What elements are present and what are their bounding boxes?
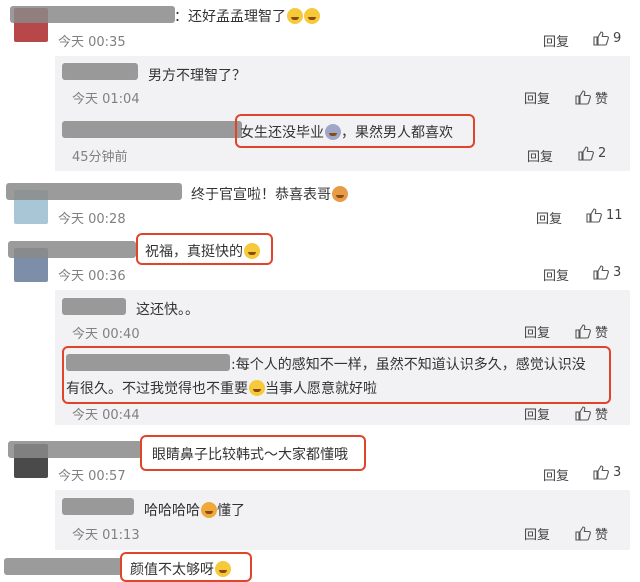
thumb-up-icon [586, 208, 602, 223]
username-blurred[interactable] [8, 441, 142, 458]
reply-button[interactable]: 回复 [543, 31, 569, 50]
thumb-up-icon [575, 406, 591, 421]
reply-button[interactable]: 回复 [524, 404, 550, 423]
laugh-emoji [244, 243, 260, 259]
username-blurred[interactable] [66, 354, 230, 371]
like-button[interactable]: 赞 [575, 88, 608, 107]
comment-text: 祝福，真挺快的 [145, 241, 260, 261]
thumb-up-icon [575, 90, 591, 105]
thumb-up-icon [575, 526, 591, 541]
comment-time: 今天 00:35 [58, 35, 126, 50]
reply-text: 哈哈哈哈 懂了 [144, 502, 245, 519]
username-blurred[interactable] [62, 298, 126, 315]
reply-button[interactable]: 回复 [524, 524, 550, 543]
face-emoji [215, 561, 231, 577]
like-button[interactable]: 赞 [575, 524, 608, 543]
party-emoji [332, 186, 348, 202]
reply-button[interactable]: 回复 [543, 465, 569, 484]
reply-time: 今天 01:13 [72, 528, 140, 543]
comment-text: ：还好孟孟理智了 [174, 6, 320, 26]
like-button[interactable]: 赞 [575, 322, 608, 341]
thumb-up-icon [578, 146, 594, 161]
thumb-up-icon [593, 465, 609, 480]
comment-text: 颜值不太够呀 [130, 559, 231, 579]
like-count: 赞 [595, 326, 609, 341]
reply-button[interactable]: 回复 [536, 208, 562, 227]
thumb-up-icon [575, 324, 591, 339]
thumb-up-icon [593, 31, 609, 46]
laugh-emoji [304, 8, 320, 24]
username-blurred[interactable] [62, 498, 134, 515]
username-blurred[interactable] [8, 241, 136, 258]
like-button[interactable]: 3 [593, 465, 621, 480]
reply-text: 女生还没毕业 ，果然男人都喜欢 [240, 124, 453, 141]
like-button[interactable]: 9 [593, 31, 621, 46]
username-blurred[interactable] [6, 183, 182, 200]
laugh-emoji [249, 380, 265, 396]
like-count: 赞 [595, 92, 609, 107]
reply-time: 45分钟前 [72, 150, 128, 165]
reply-text: :每个人的感知不一样，虽然不知道认识多久，感觉认识没 [231, 357, 586, 373]
reply-button[interactable]: 回复 [527, 146, 553, 165]
reply-text: 男方不理智了？ [148, 68, 246, 84]
like-count: 3 [613, 265, 622, 280]
like-count: 3 [613, 465, 622, 480]
reply-text: 有很久。不过我觉得也不重要 当事人愿意就好啦 [66, 380, 377, 397]
reply-time: 今天 00:40 [72, 327, 140, 342]
reply-time: 今天 00:44 [72, 408, 140, 423]
comment-text: 眼睛鼻子比较韩式～大家都懂哦 [152, 447, 348, 463]
comment-time: 今天 00:28 [58, 212, 126, 227]
like-count: 11 [606, 208, 623, 223]
like-button[interactable]: 11 [586, 208, 623, 223]
like-button[interactable]: 3 [593, 265, 621, 280]
like-button[interactable]: 赞 [575, 404, 608, 423]
like-button[interactable]: 2 [578, 146, 606, 161]
laugh-emoji [287, 8, 303, 24]
like-count: 2 [598, 146, 607, 161]
laugh-emoji [201, 502, 217, 518]
thumb-up-icon [593, 265, 609, 280]
username-blurred[interactable] [4, 558, 122, 575]
comment-time: 今天 00:36 [58, 269, 126, 284]
face-emoji [325, 124, 341, 140]
username-blurred[interactable] [10, 6, 175, 23]
username-blurred[interactable] [62, 121, 242, 138]
reply-button[interactable]: 回复 [543, 265, 569, 284]
reply-text: 这还快。。 [136, 302, 199, 318]
username-blurred[interactable] [62, 63, 138, 80]
reply-button[interactable]: 回复 [524, 88, 550, 107]
comment-text: 终于官宣啦！恭喜表哥 [191, 184, 348, 204]
like-count: 赞 [595, 408, 609, 423]
like-count: 9 [613, 31, 622, 46]
reply-time: 今天 01:04 [72, 92, 140, 107]
comment-time: 今天 00:57 [58, 469, 126, 484]
reply-button[interactable]: 回复 [524, 322, 550, 341]
like-count: 赞 [595, 528, 609, 543]
